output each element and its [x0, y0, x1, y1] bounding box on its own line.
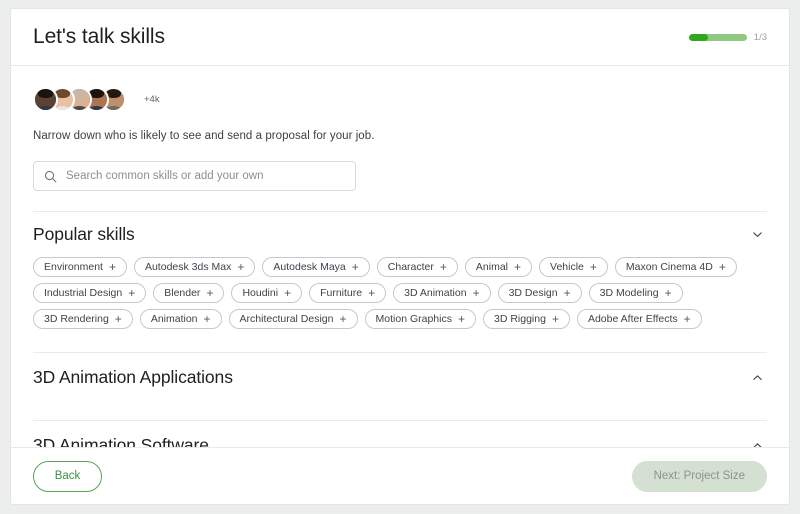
search-input[interactable] [66, 170, 345, 182]
add-skill-icon: + [514, 259, 522, 274]
skill-tag[interactable]: Industrial Design + [33, 283, 147, 303]
skill-tag[interactable]: Maxon Cinema 4D + [614, 257, 737, 277]
section-3d-animation-applications: 3D Animation Applications [33, 352, 767, 401]
section-3d-animation-software: 3D Animation Software [33, 420, 767, 447]
add-skill-icon: + [718, 259, 726, 274]
skill-tag[interactable]: 3D Rendering + [33, 309, 133, 329]
chevron-up-icon[interactable] [749, 369, 765, 385]
chevron-up-icon[interactable] [749, 437, 765, 447]
add-skill-icon: + [589, 259, 597, 274]
page-title: Let's talk skills [33, 25, 165, 48]
skill-tag-label: 3D Rigging [493, 313, 546, 325]
skill-tag[interactable]: Vehicle + [539, 257, 608, 277]
skill-tag-label: Architectural Design [239, 313, 334, 325]
next-button[interactable]: Next: Project Size [631, 460, 767, 492]
skill-tag-label: Motion Graphics [375, 313, 452, 325]
add-skill-icon: + [203, 311, 211, 326]
skill-tag[interactable]: Environment + [33, 257, 127, 277]
chevron-down-icon[interactable] [749, 227, 765, 243]
section-header-3d-animation-software[interactable]: 3D Animation Software [33, 421, 767, 447]
search-icon [44, 170, 57, 183]
skill-tag-label: Autodesk Maya [273, 261, 346, 273]
skill-tag[interactable]: Motion Graphics + [364, 309, 476, 329]
card-body: +4k Narrow down who is likely to see and… [11, 66, 789, 447]
section-title: Popular skills [33, 224, 135, 244]
skill-tag-label: 3D Animation [404, 287, 467, 299]
section-header-3d-animation-applications[interactable]: 3D Animation Applications [33, 353, 767, 401]
add-skill-icon: + [339, 311, 347, 326]
skill-tag[interactable]: 3D Rigging + [482, 309, 570, 329]
card-header: Let's talk skills 1/3 [11, 9, 789, 66]
skill-tag-label: Maxon Cinema 4D [625, 261, 713, 273]
skill-tag-label: 3D Design [508, 287, 558, 299]
add-skill-icon: + [351, 259, 359, 274]
skill-tag-label: Autodesk 3ds Max [144, 261, 232, 273]
skill-tag-label: 3D Rendering [44, 313, 109, 325]
progress-fill [688, 33, 709, 41]
tag-list: Environment + Autodesk 3ds Max + Autodesk Ma… [33, 257, 767, 333]
skill-tag[interactable]: Animation + [139, 309, 222, 329]
wizard-progress: 1/3 [688, 31, 767, 43]
skill-tag-label: Blender [164, 287, 201, 299]
add-skill-icon: + [472, 285, 480, 300]
wizard-card: Let's talk skills 1/3 +4k Narrow down wh… [10, 8, 790, 505]
add-skill-icon: + [664, 285, 672, 300]
avatar-group: +4k [33, 66, 767, 112]
skill-tag-label: Industrial Design [44, 287, 123, 299]
skill-tag[interactable]: Furniture + [309, 283, 387, 303]
progress-track [688, 33, 747, 41]
add-skill-icon: + [206, 285, 214, 300]
add-skill-icon: + [439, 259, 447, 274]
skill-tag[interactable]: 3D Modeling + [588, 283, 683, 303]
skill-tag[interactable]: Houdini + [231, 283, 303, 303]
skill-tag-label: Adobe After Effects [587, 313, 678, 325]
back-button[interactable]: Back [33, 460, 102, 492]
avatar [33, 87, 58, 112]
add-skill-icon: + [128, 285, 136, 300]
skill-tag-label: Animal [475, 261, 508, 273]
skill-tag-label: Environment [44, 261, 103, 273]
add-skill-icon: + [284, 285, 292, 300]
add-skill-icon: + [457, 311, 465, 326]
skill-tag-label: Furniture [320, 287, 363, 299]
add-skill-icon: + [108, 259, 116, 274]
section-popular-skills: Popular skills Environment + Autodesk 3ds M… [33, 211, 767, 333]
intro-description: Narrow down who is likely to see and sen… [33, 130, 375, 142]
card-footer: Back Next: Project Size [11, 447, 789, 504]
section-title: 3D Animation Applications [33, 366, 233, 387]
search-box[interactable] [33, 161, 356, 191]
add-skill-icon: + [563, 285, 571, 300]
section-title: 3D Animation Software [33, 434, 209, 448]
skill-tag[interactable]: Animal + [464, 257, 533, 277]
avatar-hair [37, 89, 54, 98]
add-skill-icon: + [114, 311, 122, 326]
avatar-count-label: +4k [144, 94, 160, 105]
skill-tag-label: Houdini [242, 287, 279, 299]
skill-tag[interactable]: Blender + [153, 283, 225, 303]
skill-tag[interactable]: 3D Animation + [393, 283, 491, 303]
skill-tag[interactable]: Autodesk Maya + [262, 257, 370, 277]
skill-tag[interactable]: Adobe After Effects + [576, 309, 702, 329]
add-skill-icon: + [368, 285, 376, 300]
skills-wizard-screen: Let's talk skills 1/3 +4k Narrow down wh… [0, 0, 800, 514]
avatar-stack [33, 87, 126, 112]
section-header-popular-skills[interactable]: Popular skills [33, 212, 767, 257]
add-skill-icon: + [551, 311, 559, 326]
skill-tag[interactable]: Character + [376, 257, 458, 277]
add-skill-icon: + [237, 259, 245, 274]
skill-tag[interactable]: Architectural Design + [228, 309, 358, 329]
skill-tag[interactable]: Autodesk 3ds Max + [133, 257, 256, 277]
skill-tag-label: 3D Modeling [599, 287, 659, 299]
progress-label: 1/3 [753, 31, 767, 43]
skill-tag-label: Vehicle [550, 261, 584, 273]
skill-tag[interactable]: 3D Design + [497, 283, 582, 303]
skill-tag-label: Animation [150, 313, 198, 325]
skill-tag-label: Character [387, 261, 434, 273]
skill-sections: Popular skills Environment + Autodesk 3ds M… [33, 211, 767, 447]
add-skill-icon: + [683, 311, 691, 326]
